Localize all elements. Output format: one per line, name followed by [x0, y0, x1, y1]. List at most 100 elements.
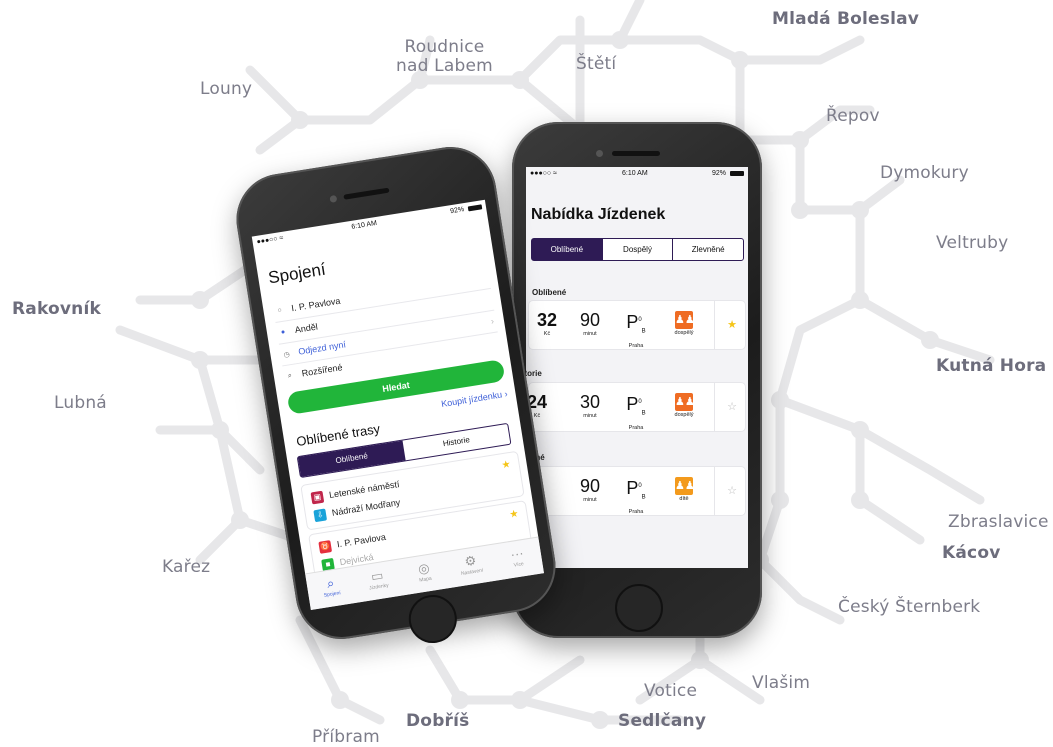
zone-cell: P0 B Praha — [621, 310, 651, 351]
carrier-signal: ●●●○○ ≈ — [256, 234, 284, 246]
city-label: Dobříš — [406, 711, 470, 731]
earpiece-speaker — [612, 151, 660, 156]
city-label: Štětí — [576, 54, 617, 74]
passenger-type: dospělý — [674, 412, 694, 418]
clock: 6:10 AM — [622, 170, 648, 177]
buy-ticket-label: Koupit jízdenku — [440, 389, 503, 409]
tab-discounted[interactable]: Zlevněné — [672, 239, 743, 260]
advanced-label: Rozšířené — [301, 362, 344, 379]
battery-percent: 92% — [449, 206, 465, 216]
zone-sub: B — [641, 494, 646, 501]
city-label: Votice — [644, 681, 698, 701]
city-label: Kácov — [942, 543, 1001, 563]
route-from-name: Letenské náměstí — [328, 479, 401, 501]
to-value: Anděl — [294, 321, 319, 335]
child-passenger-icon: ♟♟ — [675, 477, 695, 495]
front-camera — [329, 194, 338, 203]
connections-screen: ●●●○○ ≈ 6:10 AM 92% Spojení ○ I. P. Pavl… — [251, 199, 544, 610]
city-label: Sedlčany — [618, 711, 707, 731]
divider — [714, 467, 715, 515]
city-label: Kařez — [162, 557, 211, 577]
city-label: Mladá Boleslav — [772, 9, 920, 29]
zone-cell: P0 B Praha — [621, 392, 651, 433]
battery-icon — [730, 171, 744, 176]
origin-dot-icon: ○ — [277, 306, 283, 315]
city-label: Dymokury — [880, 163, 969, 183]
city-label-text: Roudnice nad Labem — [396, 37, 493, 76]
zone-label: Praha — [628, 508, 644, 515]
battery-percent: 92% — [711, 170, 726, 177]
tab-more[interactable]: ··· Více — [492, 538, 544, 581]
tab-settings[interactable]: ⚙ Nastavení — [445, 545, 497, 588]
zone-sub: B — [641, 410, 646, 417]
tab-label: Spojení — [323, 590, 342, 599]
city-label: Lubná — [54, 393, 107, 413]
city-label: Louny — [200, 79, 253, 99]
metro-stop-icon: ♉ — [318, 540, 333, 554]
city-label: Zbraslavice — [948, 512, 1049, 532]
star-outline-icon[interactable]: ☆ — [727, 400, 737, 413]
page-title: Spojení — [266, 259, 327, 288]
city-label: Český Šternberk — [838, 597, 981, 617]
city-label: Rakovník — [12, 299, 102, 319]
zone-sup: 0 — [638, 399, 642, 405]
chevron-right-icon: › — [490, 315, 495, 327]
star-filled-icon[interactable]: ★ — [501, 459, 512, 471]
buy-ticket-link[interactable]: Koupit jízdenku › — [440, 389, 508, 409]
status-bar: ●●●○○ ≈ 6:10 AM 92% — [252, 200, 487, 251]
zone-sup: 0 — [638, 317, 642, 323]
home-button[interactable] — [615, 584, 663, 632]
departure-value: Odjezd nyní — [297, 339, 347, 357]
route-from-name: I. P. Pavlova — [336, 531, 387, 550]
type-cell: ♟♟ dospělý — [669, 392, 699, 420]
zone-sub: B — [641, 328, 646, 335]
adult-passenger-icon: ♟♟ — [675, 393, 695, 411]
city-label: Příbram — [312, 727, 380, 747]
tab-tickets[interactable]: ▭ Jízdenky — [352, 560, 404, 603]
city-label: Vlašim — [752, 673, 811, 693]
zone-cell: P0 B Praha — [621, 476, 651, 517]
adult-passenger-icon: ♟♟ — [675, 311, 695, 329]
type-cell: ♟♟ dospělý — [669, 310, 699, 338]
star-filled-icon[interactable]: ★ — [727, 318, 737, 331]
train-stop-icon: ⇩ — [313, 508, 328, 523]
zone-label: Praha — [628, 424, 644, 431]
city-label: Roudnice nad Labem — [396, 38, 493, 76]
city-label: Kutná Hora — [936, 356, 1047, 376]
phone-left: ●●●○○ ≈ 6:10 AM 92% Spojení ○ I. P. Pavl… — [229, 140, 563, 647]
earpiece-speaker — [343, 187, 390, 200]
home-button[interactable] — [405, 591, 461, 647]
tab-connections[interactable]: ⌕ Spojení — [305, 567, 357, 610]
search-icon: ⌕ — [287, 372, 293, 380]
divider — [714, 383, 715, 431]
zone-letter: P — [626, 478, 639, 498]
route-to-name: Nádraží Modřany — [331, 497, 401, 518]
tab-adult[interactable]: Dospělý — [601, 239, 673, 260]
tram-stop-icon: ▣ — [310, 490, 325, 505]
type-cell: ♟♟ dítě — [669, 476, 699, 504]
tab-map[interactable]: ◎ Mapa — [399, 552, 451, 595]
zone-label: Praha — [628, 342, 644, 349]
zone-sup: 0 — [638, 483, 642, 489]
zone-code: P0 B — [621, 310, 651, 342]
phone-left-wrapper: ●●●○○ ≈ 6:10 AM 92% Spojení ○ I. P. Pavl… — [229, 140, 600, 660]
passenger-type: dítě — [679, 496, 689, 502]
destination-dot-icon: ● — [280, 328, 286, 337]
star-outline-icon[interactable]: ☆ — [727, 484, 737, 497]
zone-letter: P — [626, 394, 639, 414]
battery-icon — [467, 204, 483, 212]
passenger-type: dospělý — [674, 330, 694, 336]
zone-code: P0 B — [621, 392, 651, 424]
clock: 6:10 AM — [351, 219, 378, 231]
zone-letter: P — [626, 312, 639, 332]
city-label: Veltruby — [936, 233, 1009, 253]
tab-label: Více — [513, 561, 525, 569]
tab-label: Mapa — [418, 575, 433, 584]
star-filled-icon[interactable]: ★ — [509, 508, 520, 520]
route-from: ♉ I. P. Pavlova — [318, 531, 387, 554]
zone-code: P0 B — [621, 476, 651, 508]
divider — [714, 301, 715, 349]
clock-icon: ◷ — [283, 351, 291, 360]
city-label: Řepov — [826, 106, 880, 126]
from-value: I. P. Pavlova — [290, 295, 342, 314]
